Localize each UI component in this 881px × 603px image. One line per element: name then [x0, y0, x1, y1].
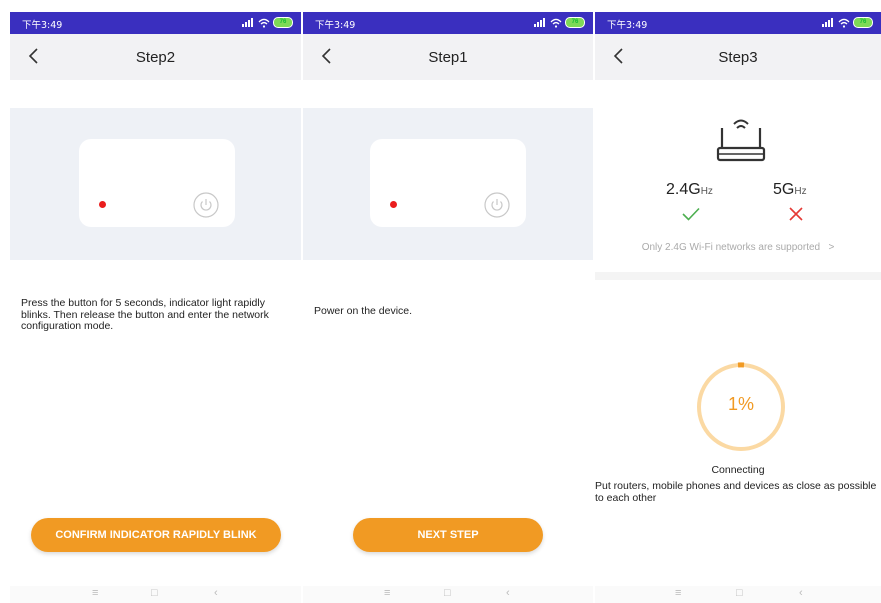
- device-illustration: [303, 108, 593, 260]
- system-nav-bar: ≡ □ ‹: [10, 586, 301, 603]
- home-icon[interactable]: □: [736, 587, 743, 599]
- band-unit: Hz: [794, 186, 807, 197]
- band-24ghz-label: 2.4GHz: [666, 181, 713, 199]
- chevron-right-icon: >: [828, 242, 835, 253]
- status-icons: 76: [242, 17, 293, 28]
- spacer: [10, 80, 301, 108]
- page-title: Step1: [428, 49, 468, 66]
- nav-back-icon[interactable]: ‹: [506, 587, 510, 599]
- router-icon: [716, 119, 766, 162]
- device-body: [79, 139, 235, 227]
- menu-icon[interactable]: ≡: [384, 587, 390, 599]
- band-unit: Hz: [700, 186, 713, 197]
- indicator-light: [99, 201, 106, 208]
- instruction-text: Press the button for 5 seconds, indicato…: [21, 297, 269, 332]
- support-text: Only 2.4G Wi-Fi networks are supported: [641, 242, 821, 253]
- screen-step2: 下午3:49 76 Step2 Press the button for 5 s…: [10, 0, 301, 603]
- screen-step3: 下午3:49 76 Step3 2.4GHz 5GHz Only 2.4G Wi…: [595, 0, 881, 603]
- nav-back-icon[interactable]: ‹: [799, 587, 803, 599]
- wifi-status-icon: [550, 18, 562, 28]
- menu-icon[interactable]: ≡: [92, 587, 98, 599]
- band-24-value: 2.4G: [666, 181, 701, 198]
- status-time: 下午3:49: [22, 20, 63, 31]
- system-nav-bar: ≡ □ ‹: [595, 586, 881, 603]
- device-body: [370, 139, 526, 227]
- supported-networks-link[interactable]: Only 2.4G Wi-Fi networks are supported >: [595, 242, 881, 253]
- status-bar: 下午3:49 76: [303, 12, 593, 34]
- status-time: 下午3:49: [607, 20, 648, 31]
- page-title: Step3: [718, 49, 758, 66]
- menu-icon[interactable]: ≡: [675, 587, 681, 599]
- band-5ghz-label: 5GHz: [773, 181, 807, 199]
- band-5-value: 5G: [773, 181, 795, 198]
- indicator-light: [390, 201, 397, 208]
- home-icon[interactable]: □: [444, 587, 451, 599]
- battery-icon: 76: [853, 17, 873, 28]
- status-icons: 76: [822, 17, 873, 28]
- spacer: [303, 80, 593, 108]
- battery-icon: 76: [273, 17, 293, 28]
- power-icon: [484, 192, 510, 218]
- home-icon[interactable]: □: [151, 587, 158, 599]
- check-icon: [682, 207, 700, 221]
- nav-back-icon[interactable]: ‹: [214, 587, 218, 599]
- instruction-text: Power on the device.: [314, 305, 413, 317]
- status-icons: 76: [534, 17, 585, 28]
- signal-icon: [534, 18, 547, 27]
- wifi-status-icon: [838, 18, 850, 28]
- status-bar: 下午3:49 76: [10, 12, 301, 34]
- wifi-band-card: 2.4GHz 5GHz Only 2.4G Wi-Fi networks are…: [595, 80, 881, 272]
- divider: [595, 272, 881, 280]
- header: Step3: [595, 34, 881, 80]
- header: Step1: [303, 34, 593, 80]
- page-title: Step2: [135, 49, 176, 66]
- wifi-status-icon: [258, 18, 270, 28]
- signal-icon: [242, 18, 255, 27]
- power-icon: [193, 192, 219, 218]
- system-nav-bar: ≡ □ ‹: [303, 586, 593, 603]
- status-time: 下午3:49: [315, 20, 356, 31]
- header: Step2: [10, 34, 301, 80]
- progress-percent: 1%: [727, 394, 754, 414]
- signal-icon: [822, 18, 835, 27]
- connection-status: Connecting: [711, 464, 765, 476]
- device-illustration: [10, 108, 301, 260]
- confirm-blink-button[interactable]: CONFIRM INDICATOR RAPIDLY BLINK: [31, 518, 281, 552]
- next-step-button[interactable]: NEXT STEP: [353, 518, 543, 552]
- status-bar: 下午3:49 76: [595, 12, 881, 34]
- battery-icon: 76: [565, 17, 585, 28]
- cross-icon: [789, 207, 803, 221]
- screen-step1: 下午3:49 76 Step1 Power on the device. NEX…: [303, 0, 593, 603]
- proximity-tip: Put routers, mobile phones and devices a…: [595, 480, 877, 504]
